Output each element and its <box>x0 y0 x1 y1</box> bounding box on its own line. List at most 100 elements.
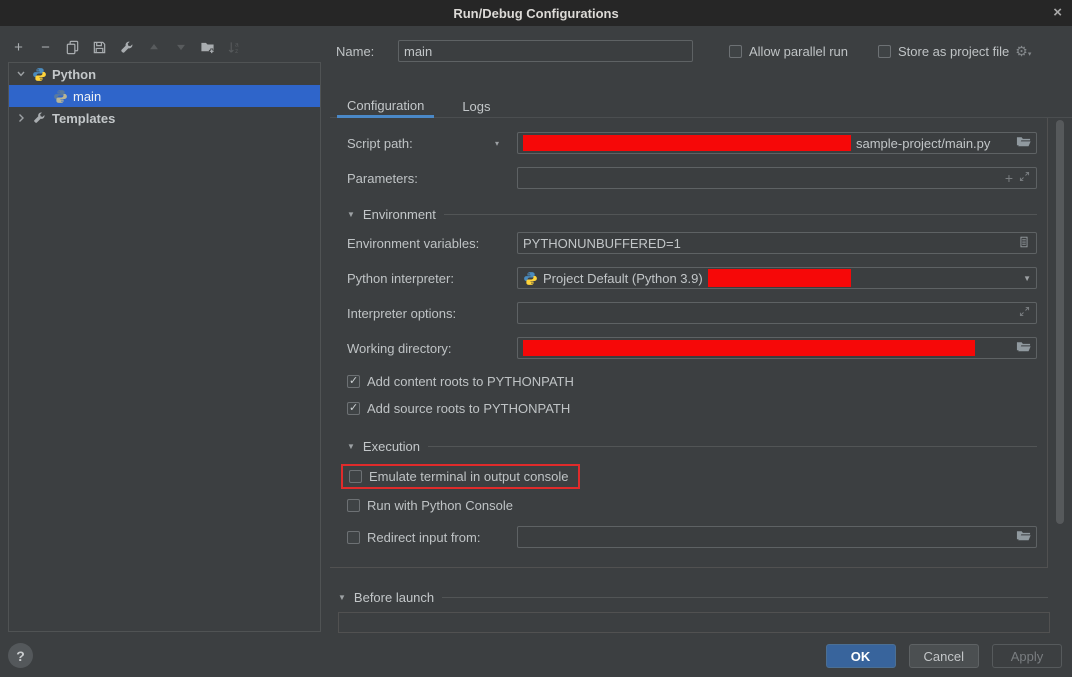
environment-variables-row: Environment variables: PYTHONUNBUFFERED=… <box>347 232 1037 254</box>
checkbox-label: Store as project file <box>898 44 1009 59</box>
browse-folder-icon[interactable] <box>1016 134 1031 152</box>
script-path-dropdown-icon[interactable]: ▾ <box>495 139 499 148</box>
close-icon[interactable]: × <box>1053 3 1062 23</box>
tab-label: Configuration <box>347 98 424 113</box>
script-path-label: Script path: <box>347 136 413 151</box>
section-rule <box>428 446 1037 447</box>
tab-bar: Configuration Logs <box>330 95 1072 118</box>
working-directory-row: Working directory: <box>347 337 1037 359</box>
configuration-editor: Name: main Allow parallel run Store as p… <box>330 26 1072 677</box>
name-value: main <box>404 44 432 59</box>
checkbox-label: Run with Python Console <box>367 498 513 513</box>
checkbox-box[interactable] <box>878 45 891 58</box>
tab-configuration[interactable]: Configuration <box>337 95 434 118</box>
expand-field-icon[interactable] <box>1018 305 1031 321</box>
titlebar: Run/Debug Configurations × <box>0 0 1072 26</box>
copy-configuration-icon[interactable] <box>64 38 81 56</box>
parameters-input[interactable]: + <box>517 167 1037 189</box>
checkbox-box[interactable] <box>729 45 742 58</box>
before-launch-task-list[interactable] <box>338 612 1050 633</box>
run-with-python-console-checkbox[interactable]: Run with Python Console <box>347 498 1037 513</box>
python-icon <box>53 89 68 104</box>
configurations-toolbar: + − az <box>10 36 243 58</box>
interpreter-options-row: Interpreter options: <box>347 302 1037 324</box>
checkbox-box[interactable] <box>349 470 362 483</box>
save-configuration-icon[interactable] <box>91 38 108 56</box>
store-as-project-file-checkbox[interactable]: Store as project file <box>878 44 1009 59</box>
checkbox-label: Redirect input from: <box>367 530 480 545</box>
redirect-input-input[interactable] <box>517 526 1037 548</box>
checkbox-box[interactable] <box>347 375 360 388</box>
checkbox-label: Allow parallel run <box>749 44 848 59</box>
interpreter-options-label: Interpreter options: <box>347 306 456 321</box>
tree-item-main[interactable]: main <box>9 85 320 107</box>
help-button[interactable]: ? <box>8 643 33 668</box>
collapse-arrow-icon[interactable]: ▼ <box>338 593 346 602</box>
scrollbar-thumb[interactable] <box>1056 120 1064 524</box>
browse-folder-icon[interactable] <box>1016 339 1031 357</box>
checkbox-box[interactable] <box>347 402 360 415</box>
name-label: Name: <box>336 44 398 59</box>
script-path-input[interactable]: sample-project/main.py <box>517 132 1037 154</box>
edit-templates-icon[interactable] <box>118 38 135 56</box>
dialog-title: Run/Debug Configurations <box>453 6 618 21</box>
python-interpreter-row: Python interpreter: Project Default (Pyt… <box>347 267 1037 289</box>
tree-item-label: Python <box>52 67 96 82</box>
interpreter-options-input[interactable] <box>517 302 1037 324</box>
collapse-arrow-icon[interactable]: ▼ <box>347 210 355 219</box>
section-rule <box>442 597 1048 598</box>
section-title: Execution <box>363 439 420 454</box>
tab-logs[interactable]: Logs <box>452 95 500 118</box>
browse-folder-icon[interactable] <box>1016 528 1031 546</box>
tree-item-python[interactable]: Python <box>9 63 320 85</box>
before-launch-section-header[interactable]: ▼ Before launch <box>338 589 1048 605</box>
emulate-terminal-checkbox[interactable]: Emulate terminal in output console <box>349 469 568 484</box>
expand-field-icon[interactable] <box>1018 170 1031 186</box>
add-content-roots-checkbox[interactable]: Add content roots to PYTHONPATH <box>347 374 1037 389</box>
name-input[interactable]: main <box>398 40 693 62</box>
wrench-icon <box>32 111 47 126</box>
environment-variables-label: Environment variables: <box>347 236 479 251</box>
script-path-row: Script path: ▾ sample-project/main.py <box>347 132 1037 154</box>
gear-icon[interactable]: ⚙▾ <box>1015 43 1031 60</box>
section-title: Before launch <box>354 590 434 605</box>
allow-parallel-run-checkbox[interactable]: Allow parallel run <box>729 44 848 59</box>
cancel-button[interactable]: Cancel <box>909 644 979 668</box>
edit-variables-icon[interactable] <box>1017 235 1031 252</box>
execution-section-header[interactable]: ▼ Execution <box>347 438 1037 454</box>
parameters-label: Parameters: <box>347 171 418 186</box>
remove-configuration-button[interactable]: − <box>37 38 54 56</box>
move-up-icon <box>145 38 162 56</box>
python-interpreter-value: Project Default (Python 3.9) <box>543 271 703 286</box>
environment-section-header[interactable]: ▼ Environment <box>347 206 1037 222</box>
dropdown-arrow-icon[interactable]: ▼ <box>1023 274 1031 283</box>
add-macro-icon[interactable]: + <box>1005 170 1013 186</box>
redaction-bar <box>708 269 851 287</box>
configurations-tree: Python main Templates <box>8 62 321 632</box>
checkbox-label: Add content roots to PYTHONPATH <box>367 374 574 389</box>
add-configuration-button[interactable]: + <box>10 38 27 56</box>
python-icon <box>523 271 538 286</box>
chevron-down-icon[interactable] <box>15 69 27 79</box>
add-source-roots-checkbox[interactable]: Add source roots to PYTHONPATH <box>347 401 1037 416</box>
chevron-right-icon[interactable] <box>15 113 27 123</box>
tree-item-label: main <box>73 89 101 104</box>
checkbox-box[interactable] <box>347 499 360 512</box>
ok-button[interactable]: OK <box>826 644 896 668</box>
redaction-bar <box>523 340 975 356</box>
tree-item-templates[interactable]: Templates <box>9 107 320 129</box>
new-folder-icon[interactable] <box>199 38 216 56</box>
redirect-input-checkbox[interactable]: Redirect input from: <box>347 530 480 545</box>
working-directory-input[interactable] <box>517 337 1037 359</box>
tab-label: Logs <box>462 99 490 114</box>
apply-button[interactable]: Apply <box>992 644 1062 668</box>
name-row: Name: main Allow parallel run Store as p… <box>336 40 1031 62</box>
collapse-arrow-icon[interactable]: ▼ <box>347 442 355 451</box>
environment-variables-input[interactable]: PYTHONUNBUFFERED=1 <box>517 232 1037 254</box>
sort-alphabetically-icon: az <box>226 38 243 56</box>
redaction-bar <box>523 135 851 151</box>
checkbox-box[interactable] <box>347 531 360 544</box>
python-interpreter-select[interactable]: Project Default (Python 3.9) ▼ <box>517 267 1037 289</box>
run-debug-configurations-dialog: Run/Debug Configurations × + − az <box>0 0 1072 677</box>
dialog-buttons: OK Cancel Apply <box>826 644 1062 668</box>
